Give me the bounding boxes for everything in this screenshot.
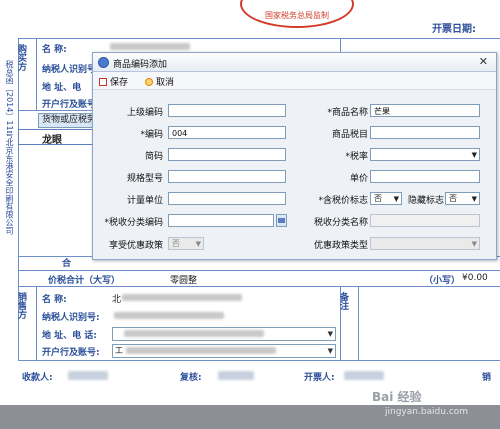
- payee-label: 收款人:: [22, 373, 53, 383]
- chevron-down-icon: ▼: [471, 195, 477, 203]
- save-icon: [99, 78, 107, 86]
- tax-rate-label: *税率: [345, 152, 368, 162]
- tax-class-name-label: 税收分类名称: [313, 218, 368, 228]
- short-code-label: 简码: [144, 152, 163, 162]
- short-code-input[interactable]: [168, 148, 286, 161]
- chevron-down-icon: ▼: [195, 240, 201, 248]
- tax-incl-flag-label: *含税价标志: [318, 196, 368, 206]
- cancel-icon: [145, 78, 153, 86]
- seller-short-label: 销: [482, 373, 492, 383]
- side-text: 税总函〔2014〕11号北京东港安全印刷有限公司: [5, 60, 14, 235]
- tax-class-code-label: *税收分类编码: [104, 218, 163, 228]
- close-icon[interactable]: ✕: [479, 55, 488, 68]
- reviewer-label: 复核:: [180, 373, 202, 383]
- total-label: 合: [62, 259, 72, 269]
- purchaser-taxid-label: 纳税人识别号:: [42, 65, 100, 75]
- seller-taxid-label: 纳税人识别号:: [42, 313, 100, 323]
- preferential-label: 享受优惠政策: [108, 241, 163, 251]
- tax-incl-flag-select[interactable]: 否 ▼: [370, 192, 402, 205]
- issuer-value: [344, 371, 384, 380]
- price-input[interactable]: [370, 170, 480, 183]
- purchaser-name-label: 名 称:: [42, 45, 67, 55]
- purchaser-label: 购买方: [16, 44, 26, 71]
- unit-label: 计量单位: [126, 196, 163, 206]
- app-icon: [98, 57, 109, 68]
- invoice-date-label: 开票日期:: [432, 24, 476, 35]
- tax-class-picker-button[interactable]: [276, 214, 287, 227]
- dialog-toolbar: 保存 取消: [93, 72, 496, 90]
- hidden-flag-label: 隐藏标志: [407, 196, 444, 206]
- product-name-input[interactable]: 芒果: [370, 104, 480, 117]
- dialog-title: 商品编码添加: [113, 60, 168, 70]
- dialog-titlebar: 商品编码添加 ✕: [93, 53, 496, 72]
- hidden-flag-select[interactable]: 否 ▼: [445, 192, 480, 205]
- price-label: 单价: [349, 174, 368, 184]
- notes-label: 备注: [338, 292, 348, 310]
- small-value: ¥0.00: [462, 273, 488, 283]
- reviewer-value: [218, 371, 254, 380]
- tax-total-value: 零圆整: [170, 276, 198, 286]
- tax-class-name-input[interactable]: [370, 214, 480, 227]
- cancel-button[interactable]: 取消: [145, 75, 174, 88]
- product-name-label: *商品名称: [327, 108, 368, 118]
- purchaser-bank-label: 开户行及账号:: [42, 100, 100, 110]
- pref-type-label: 优惠政策类型: [313, 241, 368, 251]
- purchaser-address-label: 地 址、电: [42, 83, 82, 93]
- chevron-down-icon: ▼: [471, 151, 477, 159]
- goods-header: 货物或应税劳: [38, 113, 98, 128]
- chevron-down-icon: ▼: [393, 195, 399, 203]
- product-code-dialog: 商品编码添加 ✕ 保存 取消 上级编码 *编码 004 简码 规格型号 计量单位…: [92, 52, 497, 260]
- chevron-down-icon: ▼: [471, 240, 477, 248]
- code-label: *编码: [140, 130, 163, 140]
- parent-code-input[interactable]: [168, 104, 286, 117]
- unit-input[interactable]: [168, 192, 286, 205]
- pref-type-select[interactable]: ▼: [370, 237, 480, 250]
- seller-bank-label: 开户行及账号:: [42, 348, 100, 358]
- seller-name-label: 名 称:: [42, 295, 67, 305]
- seller-address-label: 地 址、电 话:: [42, 331, 97, 341]
- product-tax-item-label: 商品税目: [331, 130, 368, 140]
- parent-code-label: 上级编码: [126, 108, 163, 118]
- save-button[interactable]: 保存: [99, 75, 128, 88]
- tax-rate-select[interactable]: ▼: [370, 148, 480, 161]
- keyboard-icon: [278, 218, 285, 223]
- spec-label: 规格型号: [126, 174, 163, 184]
- seller-label: 销售方: [16, 292, 26, 319]
- tax-total-label: 价税合计（大写）: [48, 276, 121, 286]
- preferential-select[interactable]: 否 ▼: [168, 237, 204, 250]
- payee-value: [68, 371, 108, 380]
- product-tax-item-input[interactable]: [370, 126, 480, 139]
- issuer-label: 开票人:: [304, 373, 335, 383]
- spec-input[interactable]: [168, 170, 286, 183]
- seller-name-value: 北: [112, 295, 122, 305]
- baidu-watermark: Bai 经验: [372, 390, 422, 404]
- small-label: （小写）: [424, 276, 461, 286]
- tax-class-code-input[interactable]: [168, 214, 274, 227]
- watermark-url: jingyan.baidu.com: [385, 407, 469, 417]
- code-input[interactable]: 004: [168, 126, 286, 139]
- stamp-text: 国家税务总局监制: [265, 11, 329, 20]
